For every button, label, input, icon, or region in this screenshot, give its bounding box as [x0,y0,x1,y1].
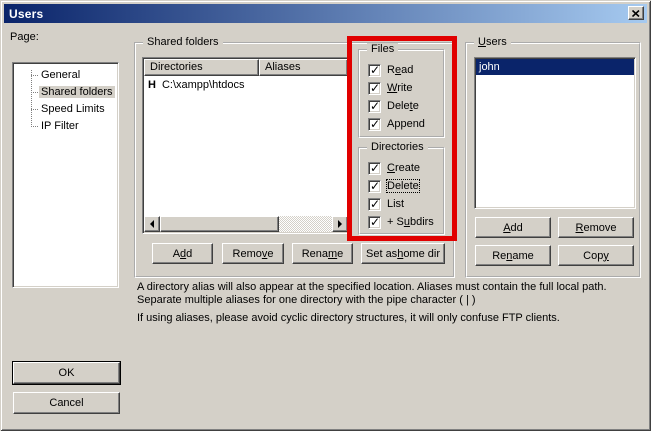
set-as-home-dir-button[interactable]: Set as home dir [361,243,445,264]
window-title: Users [9,7,43,21]
dirs-create-row[interactable]: Create [368,161,420,175]
list-header: Directories Aliases [144,59,348,76]
page-item-label: Speed Limits [39,103,107,115]
column-header-directories[interactable]: Directories [144,59,259,76]
directories-list[interactable]: Directories Aliases HC:\xampp\htdocs [142,57,350,234]
page-item-general[interactable]: General [13,67,118,84]
files-append-row[interactable]: Append [368,117,425,131]
dirs-delete-row[interactable]: Delete [368,179,419,193]
scroll-right-button[interactable] [332,216,348,232]
read-checkbox[interactable] [368,64,381,77]
delete-dirs-checkbox-label: Delete [387,180,419,192]
delete-files-checkbox[interactable] [368,100,381,113]
write-checkbox-label: Write [387,82,412,94]
files-write-row[interactable]: Write [368,81,412,95]
page-item-shared-folders[interactable]: Shared folders [13,84,118,101]
scroll-left-button[interactable] [144,216,160,232]
tree-stub-icon [31,92,38,93]
tree-stub-icon [31,75,38,76]
users-group: Users john Add Remove Rename Copy [465,42,641,278]
users-group-label: Users [474,36,511,48]
right-arrow-icon [338,220,346,228]
close-button[interactable] [628,6,644,20]
cyclic-note-text: If using aliases, please avoid cyclic di… [137,312,639,325]
user-rename-button[interactable]: Rename [475,245,551,266]
users-list[interactable]: john [474,57,636,209]
left-arrow-icon [146,220,154,228]
shared-rename-button[interactable]: Rename [292,243,353,264]
shared-remove-button[interactable]: Remove [222,243,284,264]
directories-permissions-group: Directories Create Delete List + Subdirs [358,147,445,235]
user-row-selected[interactable]: john [476,59,634,75]
page-label: Page: [10,31,39,43]
scrollbar-thumb[interactable] [160,216,279,232]
tree-stub-icon [31,109,38,110]
ok-button[interactable]: OK [13,362,120,384]
page-item-speed-limits[interactable]: Speed Limits [13,101,118,118]
directories-group-label: Directories [367,141,428,153]
write-checkbox[interactable] [368,82,381,95]
read-checkbox-label: Read [387,64,413,76]
user-copy-button[interactable]: Copy [558,245,634,266]
user-add-button[interactable]: Add [475,217,551,238]
append-checkbox-label: Append [387,118,425,130]
directory-path: C:\xampp\htdocs [156,79,245,91]
files-read-row[interactable]: Read [368,63,413,77]
alias-note-text: A directory alias will also appear at th… [137,281,639,307]
page-item-label: IP Filter [39,120,81,132]
list-checkbox-label: List [387,198,404,210]
page-item-ip-filter[interactable]: IP Filter [13,118,118,135]
shared-add-button[interactable]: Add [152,243,213,264]
files-delete-row[interactable]: Delete [368,99,419,113]
page-item-label-selected: Shared folders [39,86,115,98]
cancel-button[interactable]: Cancel [13,392,120,414]
column-header-aliases[interactable]: Aliases [259,59,348,76]
subdirs-checkbox[interactable] [368,216,381,229]
subdirs-checkbox-label: + Subdirs [387,216,434,228]
list-checkbox[interactable] [368,198,381,211]
home-dir-marker: H [144,79,156,91]
create-checkbox[interactable] [368,162,381,175]
directory-row[interactable]: HC:\xampp\htdocs [144,77,348,93]
users-dialog: Users Page: General Shared folders Speed… [0,0,651,431]
page-tree[interactable]: General Shared folders Speed Limits IP F… [12,62,119,288]
close-icon [632,10,640,17]
files-permissions-group: Files Read Write Delete Append [358,49,445,138]
delete-dirs-checkbox[interactable] [368,180,381,193]
page-item-label: General [39,69,82,81]
horizontal-scrollbar[interactable] [144,216,348,232]
create-checkbox-label: Create [387,162,420,174]
tree-stub-icon [31,126,38,127]
shared-folders-group-label: Shared folders [143,36,223,48]
append-checkbox[interactable] [368,118,381,131]
files-group-label: Files [367,43,398,55]
shared-folders-group: Shared folders Directories Aliases HC:\x… [134,42,455,278]
user-remove-button[interactable]: Remove [558,217,634,238]
titlebar[interactable]: Users [4,4,647,23]
delete-files-checkbox-label: Delete [387,100,419,112]
dirs-subdirs-row[interactable]: + Subdirs [368,215,434,229]
dirs-list-row[interactable]: List [368,197,404,211]
